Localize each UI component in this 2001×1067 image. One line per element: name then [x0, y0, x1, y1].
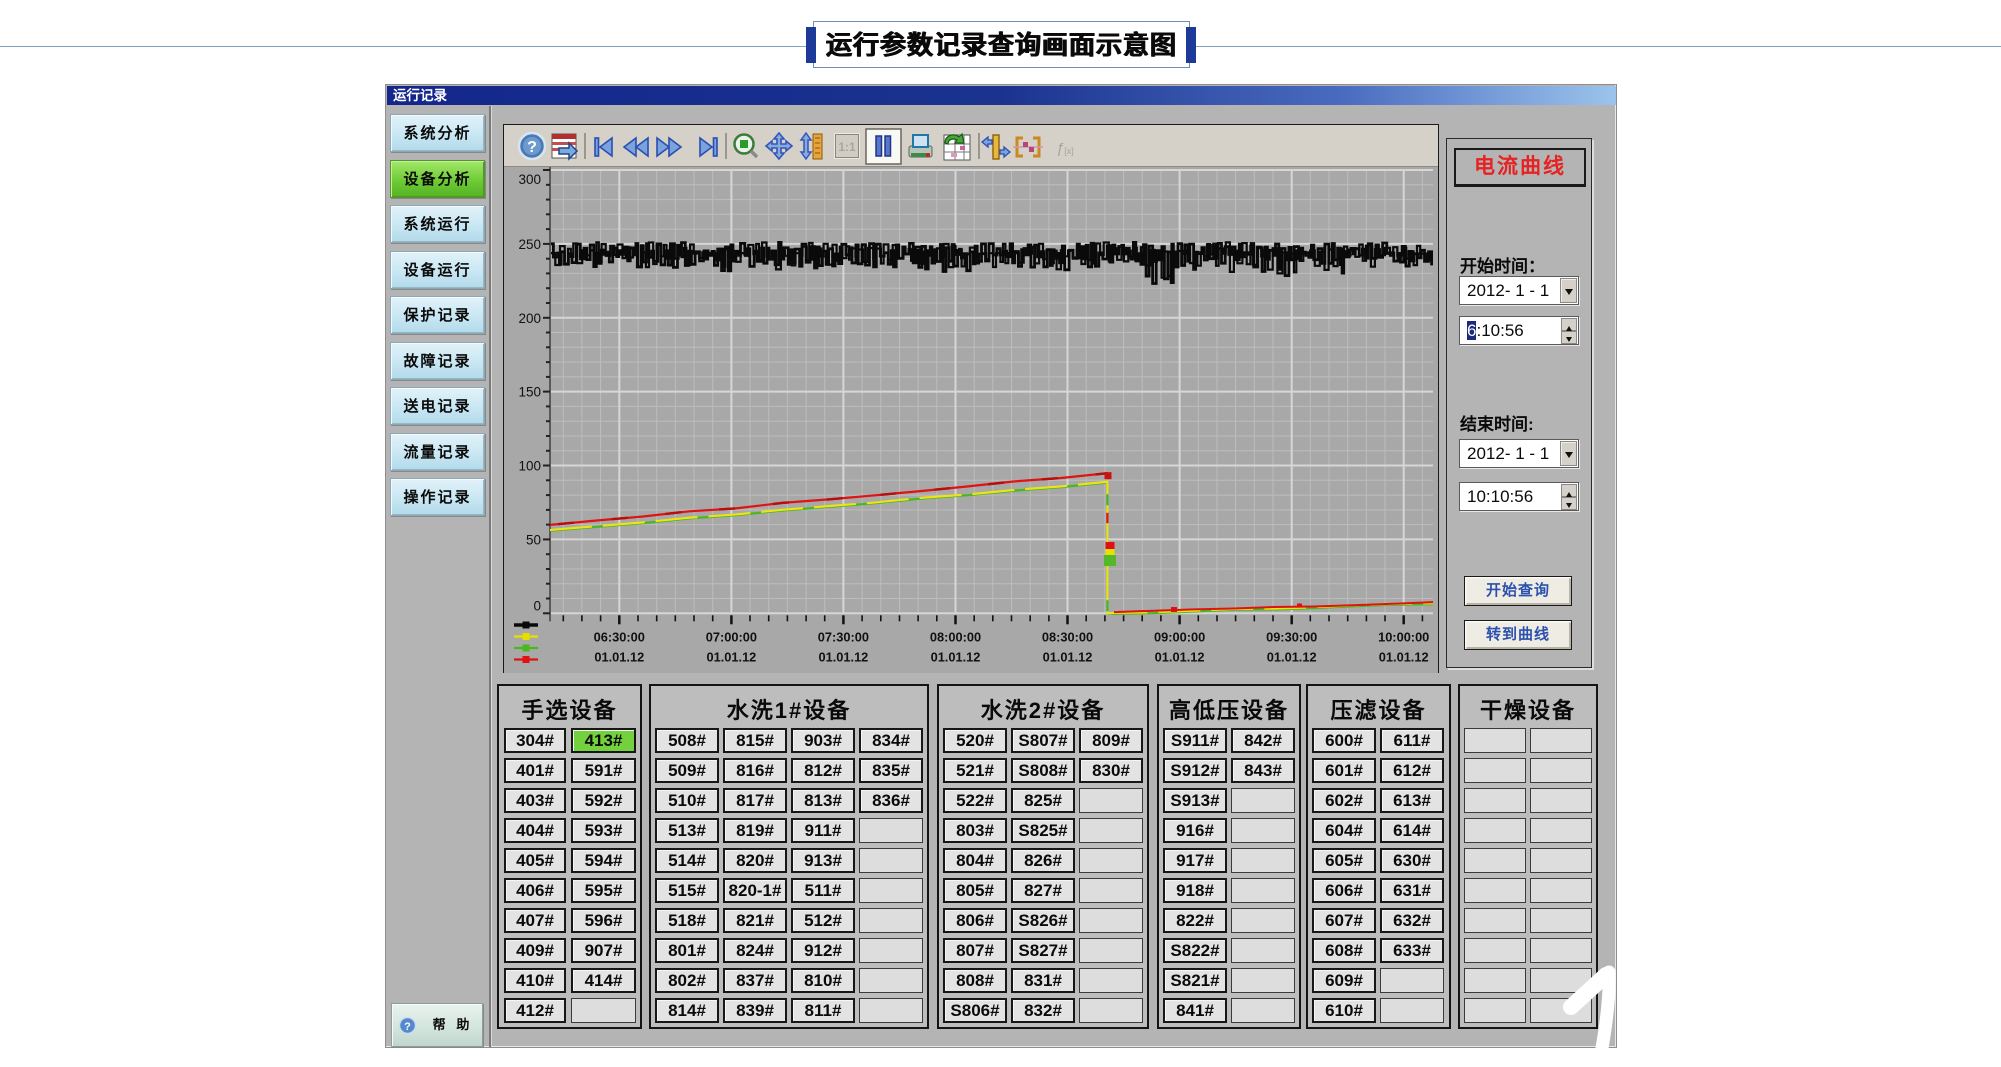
svg-text:01.01.12: 01.01.12 [706, 649, 756, 664]
svg-text:07:30:00: 07:30:00 [818, 629, 869, 644]
svg-text:100: 100 [518, 459, 541, 474]
svg-text:08:00:00: 08:00:00 [930, 629, 981, 644]
svg-text:09:00:00: 09:00:00 [1154, 629, 1205, 644]
svg-text:250: 250 [518, 237, 541, 252]
svg-text:150: 150 [518, 385, 541, 400]
svg-text:10:00:00: 10:00:00 [1378, 629, 1429, 644]
svg-text:01.01.12: 01.01.12 [594, 649, 644, 664]
svg-text:01.01.12: 01.01.12 [1379, 649, 1429, 664]
svg-text:50: 50 [526, 532, 541, 547]
svg-text:300: 300 [518, 172, 541, 187]
svg-text:ƒ: ƒ [1056, 140, 1064, 157]
svg-text:?: ? [527, 139, 537, 156]
svg-text:[x]: [x] [1064, 146, 1074, 156]
svg-text:08:30:00: 08:30:00 [1042, 629, 1093, 644]
svg-text:06:30:00: 06:30:00 [594, 629, 645, 644]
svg-text:01.01.12: 01.01.12 [931, 649, 981, 664]
svg-text:?: ? [404, 1021, 411, 1033]
svg-text:01.01.12: 01.01.12 [1267, 649, 1317, 664]
svg-text:200: 200 [518, 311, 541, 326]
svg-text:09:30:00: 09:30:00 [1266, 629, 1317, 644]
svg-text:07:00:00: 07:00:00 [706, 629, 757, 644]
svg-text:0: 0 [533, 598, 541, 613]
svg-text:01.01.12: 01.01.12 [818, 649, 868, 664]
svg-text:01.01.12: 01.01.12 [1155, 649, 1205, 664]
svg-text:1:1: 1:1 [838, 140, 856, 154]
svg-text:01.01.12: 01.01.12 [1043, 649, 1093, 664]
